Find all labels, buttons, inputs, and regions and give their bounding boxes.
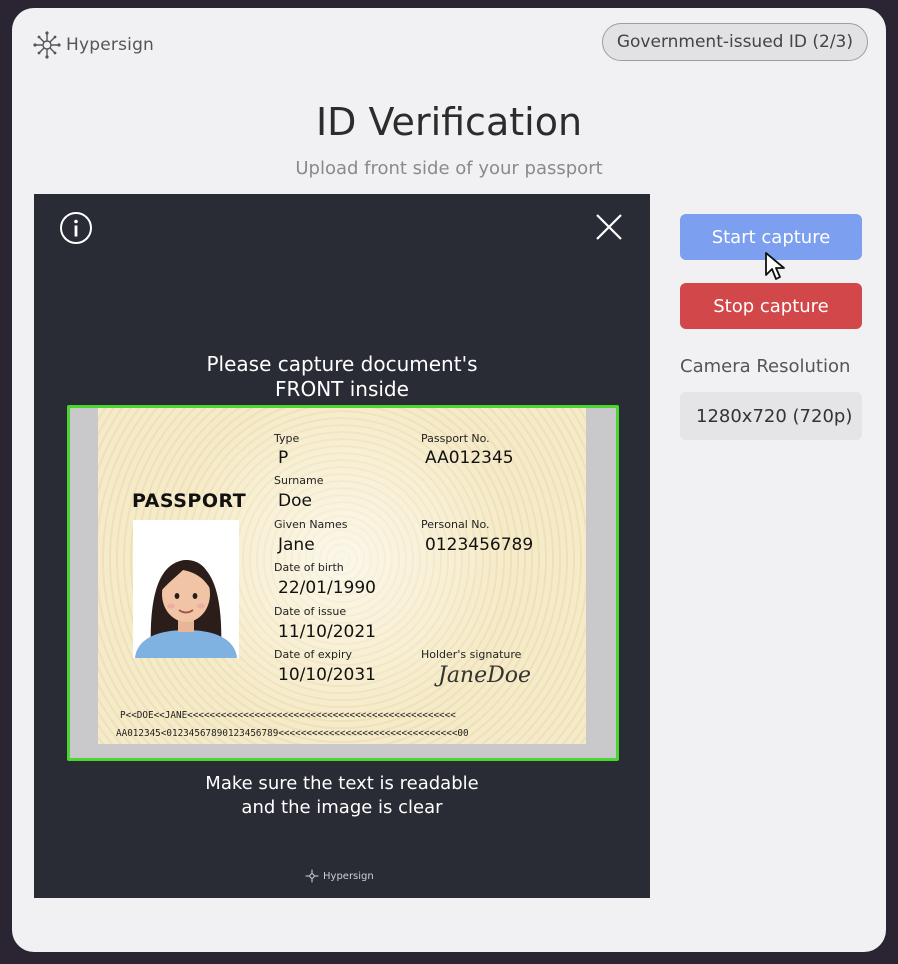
capture-instruction-line2: FRONT inside <box>275 377 409 401</box>
passport-photo <box>133 520 239 658</box>
passport-no-label: Passport No. <box>421 432 490 445</box>
hypersign-footer-icon <box>305 869 319 883</box>
passport-document: PASSPORT Type P Surname Doe Given Names … <box>98 408 586 744</box>
issue-date-value: 11/10/2021 <box>278 622 376 642</box>
quality-instruction-line1: Make sure the text is readable <box>205 773 479 794</box>
page-title: ID Verification <box>315 100 583 144</box>
surname-value: Doe <box>278 491 312 511</box>
dob-value: 22/01/1990 <box>278 578 376 598</box>
issue-date-label: Date of issue <box>274 605 347 618</box>
given-names-label: Given Names <box>274 518 348 531</box>
verification-card: Hypersign Government-issued ID (2/3) ID … <box>12 8 886 952</box>
hypersign-logo-icon <box>33 31 61 59</box>
footer-logo: Hypersign <box>304 868 374 884</box>
close-icon[interactable] <box>592 210 626 244</box>
given-names-value: Jane <box>278 535 315 555</box>
mrz-line-2: AA012345<01234567890123456789<<<<<<<<<<<… <box>116 728 469 739</box>
capture-instruction-line1: Please capture document's <box>206 352 478 376</box>
expiry-date-value: 10/10/2031 <box>278 665 376 685</box>
dob-label: Date of birth <box>274 561 344 574</box>
signature-label: Holder's signature <box>421 648 522 661</box>
capture-instruction: Please capture document's FRONT inside <box>34 352 650 402</box>
hypersign-logo: Hypersign <box>32 30 154 60</box>
holder-signature: JaneDoe <box>438 663 532 688</box>
camera-resolution-select[interactable]: 1280x720 (720p) <box>680 392 862 440</box>
passport-heading: PASSPORT <box>132 490 247 512</box>
passport-no-value: AA012345 <box>425 448 514 468</box>
stop-capture-button[interactable]: Stop capture <box>680 283 862 329</box>
hypersign-logo-text: Hypersign <box>66 35 155 55</box>
holder-portrait-image <box>135 560 237 658</box>
type-value: P <box>278 448 289 468</box>
step-badge: Government-issued ID (2/3) <box>601 23 868 61</box>
mrz-line-1: P<<DOE<<JANE<<<<<<<<<<<<<<<<<<<<<<<<<<<<… <box>120 710 456 721</box>
camera-resolution-label: Camera Resolution <box>680 356 851 377</box>
personal-no-label: Personal No. <box>421 518 490 531</box>
page-subtitle: Upload front side of your passport <box>295 158 603 179</box>
mouse-cursor-icon <box>765 252 785 280</box>
footer-logo-text: Hypersign <box>323 870 374 882</box>
camera-preview: Please capture document's FRONT inside P… <box>34 194 650 898</box>
document-capture-frame: PASSPORT Type P Surname Doe Given Names … <box>67 405 619 761</box>
expiry-date-label: Date of expiry <box>274 648 353 661</box>
info-icon[interactable] <box>58 210 94 246</box>
personal-no-value: 0123456789 <box>425 535 534 555</box>
type-label: Type <box>274 432 300 445</box>
quality-instruction: Make sure the text is readable and the i… <box>34 772 650 820</box>
quality-instruction-line2: and the image is clear <box>241 797 443 818</box>
surname-label: Surname <box>274 474 324 487</box>
